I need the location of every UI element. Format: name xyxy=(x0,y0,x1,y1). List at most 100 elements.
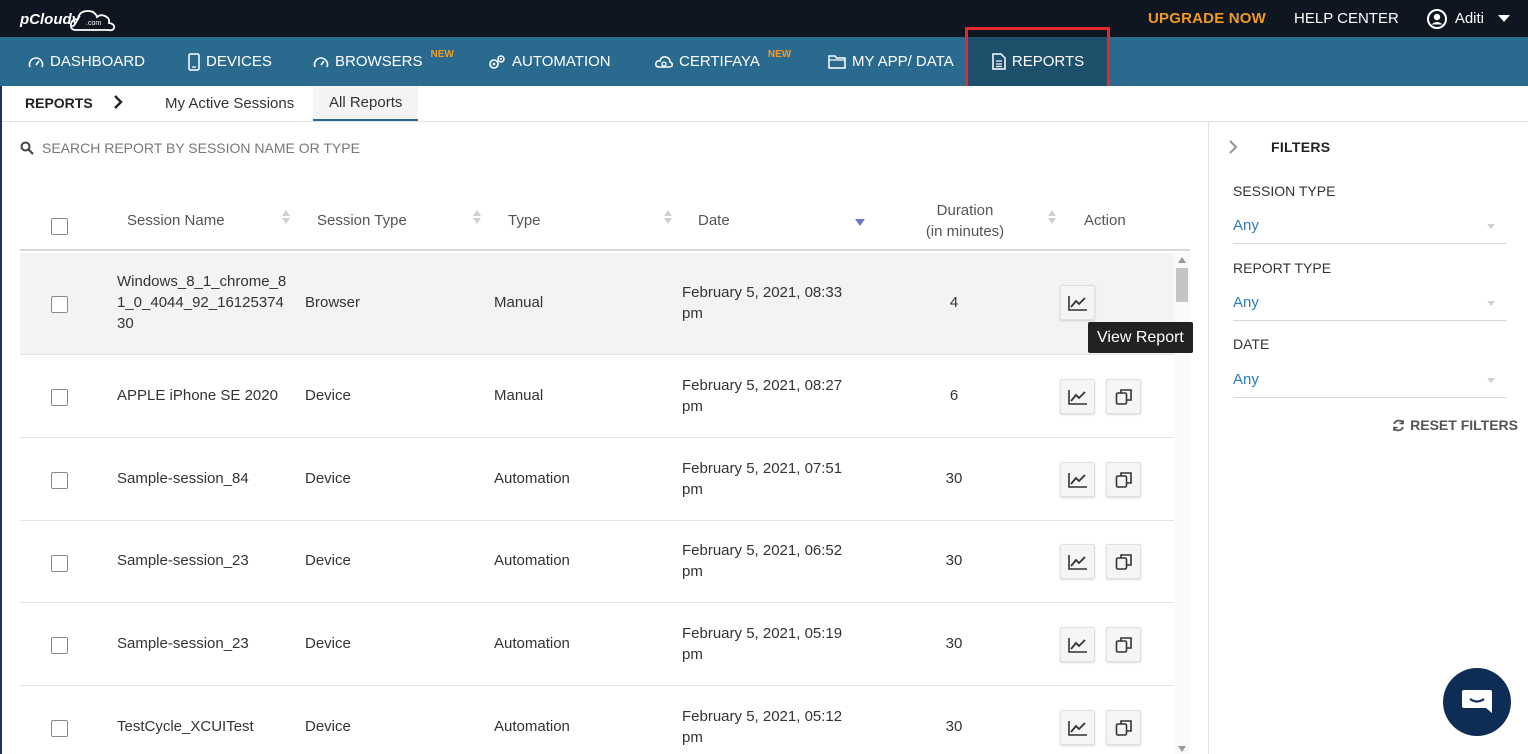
session-type-select[interactable]: Any xyxy=(1233,210,1507,244)
duration-cell: 30 xyxy=(945,470,963,487)
session-type-cell: Device xyxy=(305,718,351,735)
row-checkbox[interactable] xyxy=(51,555,68,572)
type-cell: Automation xyxy=(494,470,570,487)
view-report-button[interactable] xyxy=(1060,285,1095,320)
session-type-cell: Device xyxy=(305,552,351,569)
table-row[interactable]: Sample-session_23 Device Automation Febr… xyxy=(20,603,1174,686)
select-all-checkbox[interactable] xyxy=(51,218,68,235)
refresh-icon xyxy=(1393,419,1404,431)
view-report-tooltip: View Report xyxy=(1088,322,1193,353)
col-type[interactable]: Type xyxy=(508,190,541,251)
table-row[interactable]: Sample-session_84 Device Automation Febr… xyxy=(20,438,1174,521)
session-name-cell: Sample-session_23 xyxy=(117,552,249,569)
row-checkbox[interactable] xyxy=(51,296,68,313)
upgrade-now-link[interactable]: UPGRADE NOW xyxy=(1148,10,1266,27)
sort-icon[interactable] xyxy=(473,210,481,224)
view-report-button[interactable] xyxy=(1060,462,1095,497)
copy-icon xyxy=(1115,553,1132,570)
reset-filters-button[interactable]: RESET FILTERS xyxy=(1392,417,1518,433)
view-report-button[interactable] xyxy=(1060,627,1095,662)
session-name-cell: TestCycle_XCUITest xyxy=(117,718,254,735)
user-menu[interactable]: Aditi xyxy=(1426,8,1510,29)
help-center-link[interactable]: HELP CENTER xyxy=(1294,10,1399,27)
nav-browsers[interactable]: BROWSERS NEW xyxy=(313,37,454,86)
date-select[interactable]: Any xyxy=(1233,364,1507,398)
chevron-right-icon[interactable] xyxy=(1227,139,1239,155)
table-row[interactable]: Windows_8_1_chrome_81_0_4044_92_16125374… xyxy=(20,253,1174,355)
row-checkbox[interactable] xyxy=(51,637,68,654)
main-nav: DASHBOARD DEVICES BROWSERS NEW AUTOMATIO… xyxy=(0,37,1528,86)
view-report-button[interactable] xyxy=(1060,379,1095,414)
nav-automation-label: AUTOMATION xyxy=(512,53,611,70)
copy-icon xyxy=(1115,471,1132,488)
nav-dashboard[interactable]: DASHBOARD xyxy=(28,37,145,86)
line-chart-icon xyxy=(1067,637,1087,653)
copy-button[interactable] xyxy=(1106,627,1141,662)
search-icon xyxy=(20,141,34,155)
sort-icon[interactable] xyxy=(664,210,672,224)
nav-dashboard-label: DASHBOARD xyxy=(50,53,146,70)
reports-table-body: Windows_8_1_chrome_81_0_4044_92_16125374… xyxy=(20,253,1174,754)
date-filter-label: DATE xyxy=(1233,336,1270,352)
nav-devices[interactable]: DEVICES xyxy=(188,37,272,86)
report-type-select[interactable]: Any xyxy=(1233,287,1507,321)
tab-my-active-sessions[interactable]: My Active Sessions xyxy=(149,86,310,121)
session-name-cell: Sample-session_23 xyxy=(117,635,249,652)
session-type-cell: Device xyxy=(305,635,351,652)
line-chart-icon xyxy=(1067,720,1087,736)
session-name-cell: Windows_8_1_chrome_81_0_4044_92_16125374… xyxy=(117,273,287,332)
tab-all-reports[interactable]: All Reports xyxy=(313,86,419,121)
mobile-device-icon xyxy=(188,52,200,71)
folder-icon xyxy=(828,55,846,69)
session-type-cell: Device xyxy=(305,387,351,404)
sort-icon[interactable] xyxy=(1048,210,1056,224)
copy-button[interactable] xyxy=(1106,544,1141,579)
nav-my-app-data[interactable]: MY APP/ DATA xyxy=(828,37,954,86)
line-chart-icon xyxy=(1067,295,1087,311)
view-report-button[interactable] xyxy=(1060,710,1095,745)
nav-reports-label: REPORTS xyxy=(1011,53,1085,70)
col-session-type[interactable]: Session Type xyxy=(317,190,407,251)
copy-button[interactable] xyxy=(1106,462,1141,497)
search-input[interactable]: SEARCH REPORT BY SESSION NAME OR TYPE xyxy=(42,140,360,156)
scroll-thumb[interactable] xyxy=(1176,268,1188,302)
report-type-filter-label: REPORT TYPE xyxy=(1233,260,1332,276)
nav-automation[interactable]: AUTOMATION xyxy=(488,37,611,86)
row-checkbox[interactable] xyxy=(51,389,68,406)
line-chart-icon xyxy=(1067,554,1087,570)
type-cell: Manual xyxy=(494,294,544,311)
date-cell: February 5, 2021, 08:27 pm xyxy=(682,377,843,415)
row-checkbox[interactable] xyxy=(51,472,68,489)
col-session-name[interactable]: Session Name xyxy=(127,190,225,251)
sort-desc-icon[interactable] xyxy=(855,219,865,226)
row-checkbox[interactable] xyxy=(51,720,68,737)
new-badge: NEW xyxy=(430,49,454,60)
copy-icon xyxy=(1115,388,1132,405)
scroll-down-arrow[interactable] xyxy=(1178,746,1186,752)
filters-panel: FILTERS SESSION TYPE Any REPORT TYPE Any… xyxy=(1208,122,1528,754)
copy-button[interactable] xyxy=(1106,379,1141,414)
copy-button[interactable] xyxy=(1106,710,1141,745)
col-duration[interactable]: Duration (in minutes) xyxy=(910,190,1020,251)
nav-devices-label: DEVICES xyxy=(206,53,272,70)
sort-icon[interactable] xyxy=(282,210,290,224)
col-date[interactable]: Date xyxy=(698,190,730,251)
nav-reports[interactable]: REPORTS xyxy=(968,37,1108,86)
session-type-select-value: Any xyxy=(1233,217,1259,234)
scroll-up-arrow[interactable] xyxy=(1178,257,1186,263)
nav-certifaya[interactable]: CERTIFAYA NEW xyxy=(655,37,791,86)
search-bar[interactable]: SEARCH REPORT BY SESSION NAME OR TYPE xyxy=(20,136,360,160)
table-row[interactable]: APPLE iPhone SE 2020 Device Manual Febru… xyxy=(20,355,1174,438)
nav-browsers-label: BROWSERS xyxy=(335,53,423,70)
pcloudy-logo[interactable]: pCloudy .com xyxy=(18,6,116,32)
view-report-button[interactable] xyxy=(1060,544,1095,579)
chat-widget-button[interactable] xyxy=(1443,668,1511,736)
table-row[interactable]: TestCycle_XCUITest Device Automation Feb… xyxy=(20,686,1174,754)
duration-cell: 6 xyxy=(949,387,959,404)
line-chart-icon xyxy=(1067,472,1087,488)
session-name-cell: Sample-session_84 xyxy=(117,470,249,487)
date-cell: February 5, 2021, 05:19 pm xyxy=(682,625,843,663)
table-row[interactable]: Sample-session_23 Device Automation Febr… xyxy=(20,521,1174,603)
cloud-sync-icon xyxy=(655,55,673,68)
nav-certifaya-label: CERTIFAYA xyxy=(679,53,760,70)
